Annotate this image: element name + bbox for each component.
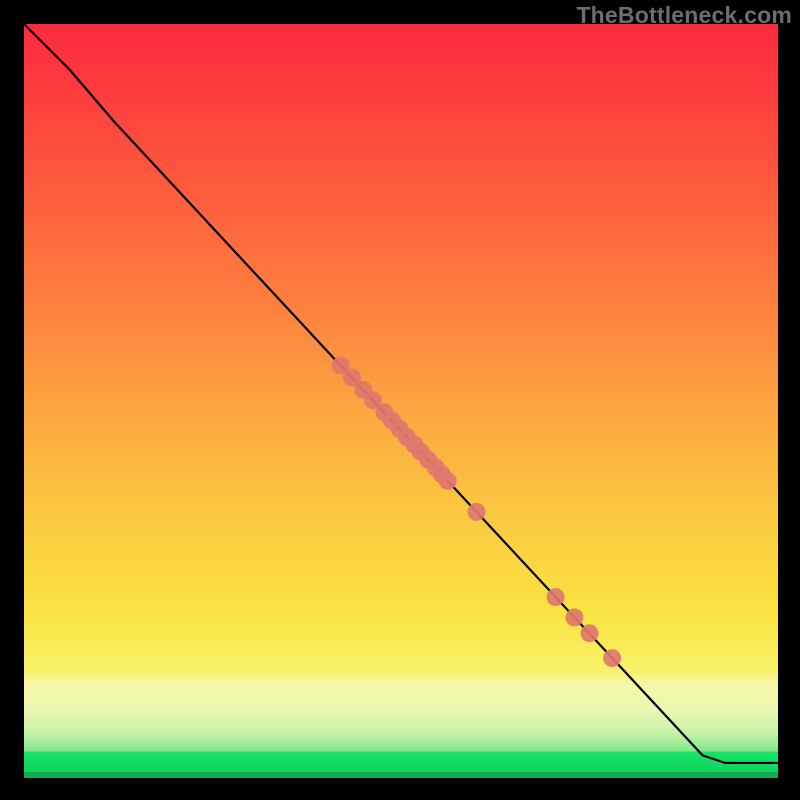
marker-point [581, 624, 599, 642]
marker-point [603, 649, 621, 667]
marker-point [467, 503, 485, 521]
chart-svg [24, 24, 778, 778]
marker-point [565, 608, 583, 626]
chart-stage: TheBottleneck.com [0, 0, 800, 800]
plot-area [24, 24, 778, 778]
marker-point [547, 588, 565, 606]
scatter-markers [332, 357, 621, 668]
marker-point [439, 472, 457, 490]
curve-line [24, 24, 778, 763]
